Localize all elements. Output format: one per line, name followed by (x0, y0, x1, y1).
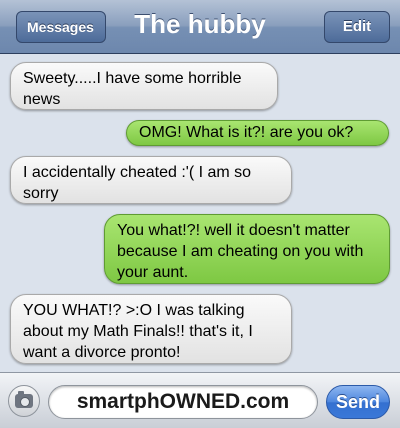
message-input[interactable]: smartphOWNED.com (48, 385, 318, 419)
outgoing-message: You what!?! well it doesn't matter becau… (104, 214, 390, 284)
outgoing-message: OMG! What is it?! are you ok? (126, 120, 389, 146)
edit-button[interactable]: Edit (324, 11, 390, 43)
incoming-message: YOU WHAT!? >:O I was talking about my Ma… (10, 294, 292, 364)
send-button[interactable]: Send (326, 385, 390, 419)
navigation-bar: Messages The hubby Edit (0, 0, 400, 54)
back-button-label: Messages (27, 19, 94, 35)
message-composer: smartphOWNED.com Send (0, 372, 400, 428)
camera-button[interactable] (8, 385, 40, 417)
incoming-message: Sweety.....I have some horrible news (10, 62, 278, 110)
message-thread: Sweety.....I have some horrible news OMG… (0, 54, 400, 372)
incoming-message: I accidentally cheated :'( I am so sorry (10, 156, 292, 204)
camera-icon (15, 391, 33, 408)
